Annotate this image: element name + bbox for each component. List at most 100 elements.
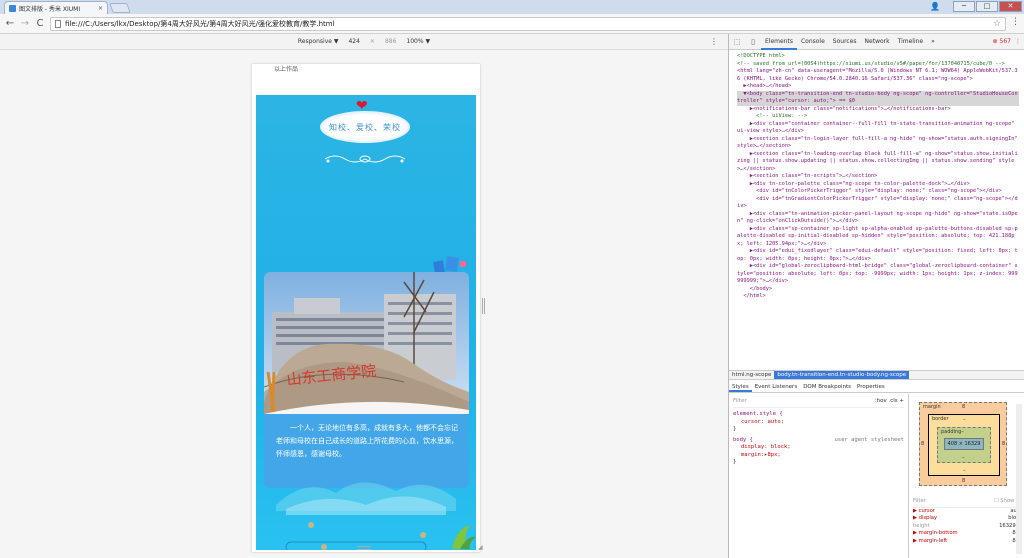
breadcrumb-html[interactable]: html.ng-scope <box>729 371 774 379</box>
dom-node-line[interactable]: </body> <box>737 286 1019 294</box>
margin-label: margin <box>923 404 941 410</box>
dom-node-line[interactable]: ▶<div class="sp-container sp-light sp-al… <box>737 226 1019 249</box>
devtools-menu-icon[interactable]: ⋮ <box>1015 38 1024 45</box>
computed-property-row[interactable]: ▶ margin-bottom8px <box>913 530 1022 537</box>
dom-tree[interactable]: <!DOCTYPE html> <!-- saved from url=(0054… <box>729 51 1024 369</box>
file-page-icon <box>55 20 61 28</box>
forward-arrow-icon[interactable]: → <box>19 18 31 30</box>
dom-breadcrumb: html.ng-scope body.tn-transition-end.tn-… <box>729 370 1024 380</box>
computed-property-row[interactable]: height 16329px <box>913 523 1022 530</box>
inspect-element-icon[interactable]: ⬚ <box>729 38 745 46</box>
rule-property[interactable]: cursor: auto; <box>733 419 904 427</box>
dom-node-line[interactable]: ▶<div tn-color-palette class="ng-scope t… <box>737 181 1019 189</box>
photo-card: 山东工商学院 一个人，无论地位有多高，成就有多大，他都不会忘记老师和母校在自己成… <box>264 272 469 488</box>
box-model-pane: margin 8 8 8 8 border – – padding– 408 ×… <box>910 394 1024 558</box>
border-bottom-value[interactable]: – <box>963 468 966 474</box>
dom-node-line[interactable]: </html> <box>737 293 1019 301</box>
dom-node-line[interactable]: ▶<div class="container container--full-f… <box>737 121 1019 136</box>
tab-network[interactable]: Network <box>861 34 894 50</box>
tab-styles[interactable]: Styles <box>729 382 752 392</box>
breadcrumb-body[interactable]: body.tn-transition-end.tn-studio-body.ng… <box>774 371 910 379</box>
dom-node-line[interactable]: ▶<section class="tn-login-layer full-fil… <box>737 136 1019 151</box>
device-height-input[interactable]: 886 <box>385 38 396 45</box>
viewport-resize-handle-right[interactable] <box>482 298 485 314</box>
styles-filter-input[interactable]: Filter <box>733 396 747 407</box>
dom-node-line[interactable]: ▶<div id="global-zeroclipboard-html-brid… <box>737 263 1019 286</box>
dom-node-line[interactable]: <!-- saved from url=(0054)https://xiumi.… <box>737 61 1019 69</box>
box-model-content[interactable]: 408 × 16329 <box>944 438 984 450</box>
dom-node-line[interactable]: ▶<notifications-bar class="notifications… <box>737 106 1019 114</box>
dom-node-line[interactable]: ▶<div class="tn-animation-picker-panel-l… <box>737 211 1019 226</box>
computed-styles: Filter ☐ Show all ▶ cursorauto▶ displayb… <box>910 498 1024 545</box>
margin-top-value[interactable]: 8 <box>962 404 965 410</box>
device-width-input[interactable]: 424 <box>348 38 359 45</box>
device-zoom-select[interactable]: 100% ▼ <box>406 38 430 45</box>
browser-tab[interactable]: 图文排版 - 秀米 XIUMI × <box>4 1 108 14</box>
computed-property-row[interactable]: ▶ cursorauto <box>913 508 1022 515</box>
tab-elements[interactable]: Elements <box>761 34 797 50</box>
tab-timeline[interactable]: Timeline <box>894 34 928 50</box>
more-tabs-icon[interactable]: » <box>927 34 939 50</box>
rule-property[interactable]: display: block; <box>733 444 904 452</box>
hover-state-toggles[interactable]: :hov .cls + <box>875 396 904 407</box>
rule-end: } <box>733 426 737 432</box>
styles-subtabs: Styles Event Listeners DOM Breakpoints P… <box>729 382 1024 393</box>
tab-console[interactable]: Console <box>797 34 829 50</box>
computed-property-name: ▶ cursor <box>913 508 935 514</box>
page-top-text: 以上作品 <box>274 66 299 73</box>
margin-right-value[interactable]: 8 <box>1002 441 1005 447</box>
dom-node-line[interactable]: ▼<body class="tn-transition-end tn-studi… <box>737 90 1019 106</box>
browser-toolbar: ← → C file:///C:/Users/lkx/Desktop/第4周大好… <box>0 14 1024 34</box>
mountains-decoration <box>276 482 476 550</box>
device-mode-select[interactable]: Responsive ▼ <box>298 38 339 45</box>
dom-node-line[interactable]: <div id="tnGradientColorPickerTrigger" s… <box>737 196 1019 211</box>
device-toggle-icon[interactable]: ▯ <box>745 38 761 46</box>
tab-sources[interactable]: Sources <box>829 34 861 50</box>
error-count-badge[interactable]: ⊗ 567 <box>993 38 1015 45</box>
rule-selector: element.style { <box>733 411 783 417</box>
reload-icon[interactable]: C <box>34 18 46 30</box>
computed-property-row[interactable]: ▶ margin-left8px <box>913 538 1022 545</box>
css-rule-body: body {user agent stylesheet display: blo… <box>733 437 904 467</box>
dom-node-line[interactable]: ▶<section class="tn-scripts">…</section> <box>737 173 1019 181</box>
tab-close-icon[interactable]: × <box>98 5 107 12</box>
maximize-button[interactable]: □ <box>976 1 998 12</box>
rule-property[interactable]: margin:▸8px; <box>733 452 904 460</box>
dom-node-line[interactable]: ▶<div id="edui_fixedlayer" class="edui-d… <box>737 248 1019 263</box>
dom-node-line[interactable]: ▶<head>…</head> <box>737 83 1019 91</box>
tab-dom-breakpoints[interactable]: DOM Breakpoints <box>800 382 854 392</box>
device-menu-icon[interactable]: ⋮ <box>710 37 718 46</box>
bookmark-star-icon[interactable]: ☆ <box>993 19 1001 29</box>
campus-photo: 山东工商学院 <box>264 272 469 414</box>
dom-node-line[interactable]: <div id="tnColorPickerTrigger" style="di… <box>737 188 1019 196</box>
close-window-button[interactable]: ✕ <box>999 1 1022 12</box>
tab-properties[interactable]: Properties <box>854 382 888 392</box>
dom-node-line[interactable]: <!-- uiView: --> <box>737 113 1019 121</box>
padding-bottom-value[interactable]: – <box>962 455 965 461</box>
user-profile-icon[interactable]: 👤 <box>930 2 940 11</box>
address-bar[interactable]: file:///C:/Users/lkx/Desktop/第4周大好风光/第4周… <box>50 17 1006 31</box>
viewport-resize-handle-bottom[interactable] <box>357 546 371 550</box>
border-top-value[interactable]: – <box>963 417 966 423</box>
margin-bottom-value[interactable]: 8 <box>962 478 965 484</box>
dom-node-line[interactable]: ▶<section class="tn-loading-overlap blac… <box>737 151 1019 174</box>
computed-property-row[interactable]: ▶ displayblock <box>913 515 1022 522</box>
computed-property-name: ▶ display <box>913 515 938 522</box>
computed-filter-input[interactable]: Filter <box>913 498 926 507</box>
margin-left-value[interactable]: 8 <box>921 441 924 447</box>
browser-menu-icon[interactable]: ⋮ <box>1011 17 1020 27</box>
address-url[interactable]: file:///C:/Users/lkx/Desktop/第4周大好风光/第4周… <box>65 19 335 29</box>
computed-property-name: height <box>913 522 930 529</box>
decorative-swirl-icon <box>324 155 406 163</box>
viewport-resize-corner-icon[interactable]: ◢ <box>478 544 484 551</box>
devtools-panel: ⬚ ▯ Elements Console Sources Network Tim… <box>728 34 1024 558</box>
back-arrow-icon[interactable]: ← <box>4 18 16 30</box>
dom-node-line[interactable]: <!DOCTYPE html> <box>737 53 1019 61</box>
devtools-scrollbar[interactable] <box>1016 404 1022 554</box>
dom-node-line[interactable]: <html lang="zh-cn" data-useragent="Mozil… <box>737 68 1019 83</box>
new-tab-button[interactable] <box>109 3 131 13</box>
tab-event-listeners[interactable]: Event Listeners <box>752 382 801 392</box>
border-label: border <box>932 416 949 422</box>
device-toolbar: Responsive ▼ 424 × 886 100% ▼ ⋮ <box>0 34 728 50</box>
minimize-button[interactable]: ─ <box>953 1 975 12</box>
